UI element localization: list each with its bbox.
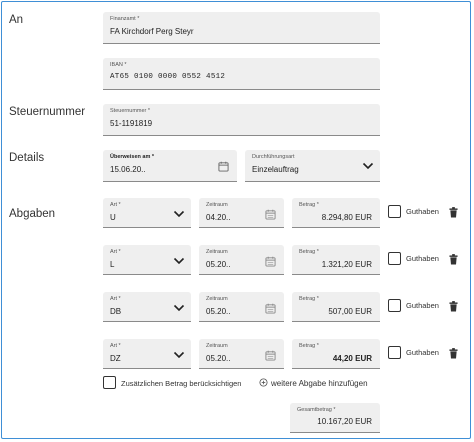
weitere-abgabe-link[interactable]: weitere Abgabe hinzufügen bbox=[271, 379, 368, 388]
art-select[interactable]: Art * DB bbox=[103, 292, 191, 322]
gesamtbetrag-field: Gesamtbetrag * 10.167,20 EUR bbox=[290, 403, 380, 433]
art-select[interactable]: Art * U bbox=[103, 198, 191, 228]
guthaben-label: Guthaben bbox=[406, 348, 439, 357]
zeitraum-field[interactable]: Zeitraum 04.20.. bbox=[199, 198, 284, 228]
add-circle-icon[interactable] bbox=[259, 378, 268, 387]
art-label: Art * bbox=[110, 296, 121, 302]
durchfuehrungsart-label: Durchführungsart bbox=[252, 154, 295, 160]
betrag-label: Betrag * bbox=[299, 296, 319, 302]
art-value: DZ bbox=[110, 354, 121, 363]
calendar-icon[interactable] bbox=[265, 256, 276, 267]
zeitraum-field[interactable]: Zeitraum 05.20.. bbox=[199, 245, 284, 275]
betrag-label: Betrag * bbox=[299, 202, 319, 208]
betrag-field[interactable]: Betrag * 507,00 EUR bbox=[292, 292, 380, 322]
zusaetzlich-checkbox[interactable] bbox=[103, 376, 116, 389]
chevron-down-icon bbox=[173, 257, 185, 265]
trash-icon[interactable] bbox=[449, 348, 458, 359]
art-value: U bbox=[110, 213, 116, 222]
calendar-icon[interactable] bbox=[265, 209, 276, 220]
section-steuernummer-label: Steuernummer bbox=[9, 106, 86, 118]
finanzamt-label: Finanzamt * bbox=[110, 16, 140, 22]
steuernummer-value: 51-1191819 bbox=[110, 119, 153, 128]
zeitraum-label: Zeitraum bbox=[206, 343, 228, 349]
section-an-label: An bbox=[9, 14, 24, 26]
art-select[interactable]: Art * L bbox=[103, 245, 191, 275]
iban-field[interactable]: IBAN * AT65 0100 0000 0552 4512 bbox=[103, 58, 380, 90]
zeitraum-value: 04.20.. bbox=[206, 213, 231, 222]
gesamtbetrag-label: Gesamtbetrag * bbox=[297, 407, 336, 413]
zeitraum-field[interactable]: Zeitraum 05.20.. bbox=[199, 339, 284, 369]
calendar-icon[interactable] bbox=[218, 161, 229, 172]
section-abgaben-label: Abgaben bbox=[9, 208, 56, 220]
zeitraum-value: 05.20.. bbox=[206, 260, 231, 269]
finanzamt-field[interactable]: Finanzamt * FA Kirchdorf Perg Steyr bbox=[103, 12, 380, 44]
guthaben-checkbox[interactable] bbox=[388, 346, 401, 359]
betrag-label: Betrag * bbox=[299, 343, 319, 349]
betrag-value: 507,00 EUR bbox=[328, 307, 372, 316]
guthaben-checkbox[interactable] bbox=[388, 252, 401, 265]
chevron-down-icon bbox=[362, 162, 374, 170]
durchfuehrungsart-select[interactable]: Durchführungsart Einzelauftrag bbox=[245, 150, 380, 182]
trash-icon[interactable] bbox=[449, 301, 458, 312]
section-details-label: Details bbox=[9, 152, 45, 164]
art-value: DB bbox=[110, 307, 122, 316]
steuernummer-label: Steuernummer * bbox=[110, 108, 151, 114]
guthaben-checkbox[interactable] bbox=[388, 299, 401, 312]
calendar-icon[interactable] bbox=[265, 303, 276, 314]
zeitraum-value: 05.20.. bbox=[206, 354, 231, 363]
betrag-value: 44,20 EUR bbox=[332, 354, 372, 363]
betrag-field[interactable]: Betrag * 8.294,80 EUR bbox=[292, 198, 380, 228]
art-label: Art * bbox=[110, 202, 121, 208]
durchfuehrungsart-value: Einzelauftrag bbox=[252, 165, 299, 174]
gesamtbetrag-value: 10.167,20 EUR bbox=[317, 417, 372, 426]
zeitraum-value: 05.20.. bbox=[206, 307, 231, 316]
guthaben-label: Guthaben bbox=[406, 301, 439, 310]
steuernummer-field[interactable]: Steuernummer * 51-1191819 bbox=[103, 104, 380, 136]
guthaben-label: Guthaben bbox=[406, 254, 439, 263]
finanzamt-value: FA Kirchdorf Perg Steyr bbox=[110, 27, 194, 36]
chevron-down-icon bbox=[173, 210, 185, 218]
guthaben-checkbox[interactable] bbox=[388, 205, 401, 218]
betrag-field[interactable]: Betrag * 44,20 EUR bbox=[292, 339, 380, 369]
chevron-down-icon bbox=[173, 351, 185, 359]
trash-icon[interactable] bbox=[449, 254, 458, 265]
betrag-value: 8.294,80 EUR bbox=[321, 213, 372, 222]
betrag-field[interactable]: Betrag * 1.321,20 EUR bbox=[292, 245, 380, 275]
iban-value: AT65 0100 0000 0552 4512 bbox=[110, 73, 226, 81]
calendar-icon[interactable] bbox=[265, 350, 276, 361]
art-label: Art * bbox=[110, 249, 121, 255]
chevron-down-icon bbox=[173, 304, 185, 312]
iban-label: IBAN * bbox=[110, 62, 127, 68]
art-select[interactable]: Art * DZ bbox=[103, 339, 191, 369]
guthaben-label: Guthaben bbox=[406, 207, 439, 216]
zeitraum-label: Zeitraum bbox=[206, 249, 228, 255]
zusaetzlich-label: Zusätzlichen Betrag berücksichtigen bbox=[121, 379, 242, 388]
zeitraum-label: Zeitraum bbox=[206, 202, 228, 208]
art-label: Art * bbox=[110, 343, 121, 349]
ueberweisen-am-label: Überweisen am * bbox=[110, 154, 155, 160]
betrag-value: 1.321,20 EUR bbox=[321, 260, 372, 269]
ueberweisen-am-value: 15.06.20.. bbox=[110, 165, 146, 174]
betrag-label: Betrag * bbox=[299, 249, 319, 255]
art-value: L bbox=[110, 260, 115, 269]
ueberweisen-am-field[interactable]: Überweisen am * 15.06.20.. bbox=[103, 150, 237, 182]
trash-icon[interactable] bbox=[449, 207, 458, 218]
zeitraum-field[interactable]: Zeitraum 05.20.. bbox=[199, 292, 284, 322]
zeitraum-label: Zeitraum bbox=[206, 296, 228, 302]
